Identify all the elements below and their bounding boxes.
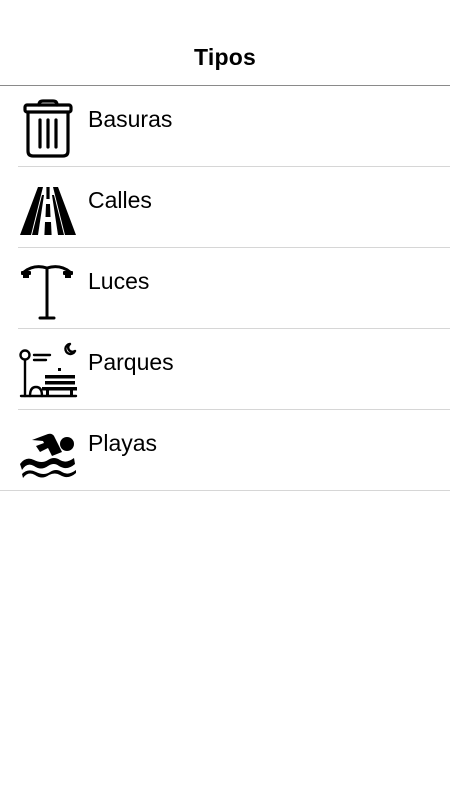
street-lamp-icon xyxy=(18,260,78,320)
road-icon xyxy=(18,179,78,239)
swimmer-icon xyxy=(18,422,78,482)
list-item-parques[interactable]: Parques xyxy=(0,329,450,410)
list-item-label: Calles xyxy=(88,187,152,213)
list-item-basuras[interactable]: Basuras xyxy=(0,86,450,167)
app-screen: Tipos Basuras Calles Luces Parques Playa… xyxy=(0,0,450,800)
header-bar: Tipos xyxy=(0,0,450,86)
list-item-playas[interactable]: Playas xyxy=(0,410,450,491)
divider xyxy=(0,490,450,491)
list-item-label: Parques xyxy=(88,349,174,375)
list-item-label: Basuras xyxy=(88,106,173,132)
park-bench-icon xyxy=(18,341,78,401)
page-title: Tipos xyxy=(194,44,256,70)
types-list: Basuras Calles Luces Parques Playas xyxy=(0,86,450,491)
list-item-calles[interactable]: Calles xyxy=(0,167,450,248)
trash-can-icon xyxy=(18,98,78,158)
list-item-label: Playas xyxy=(88,430,158,456)
list-item-label: Luces xyxy=(88,268,150,294)
list-item-luces[interactable]: Luces xyxy=(0,248,450,329)
